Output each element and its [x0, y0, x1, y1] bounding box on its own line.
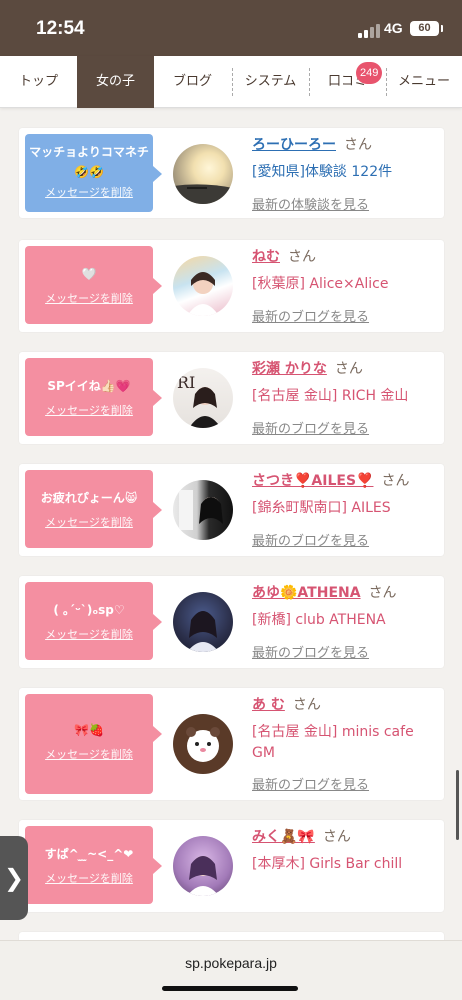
- avatar[interactable]: [173, 256, 233, 316]
- sender-name[interactable]: 彩瀬 かりな: [252, 361, 327, 377]
- shop-info: [錦糸町駅南口] AILES: [252, 500, 391, 516]
- status-time: 12:54: [36, 18, 85, 39]
- honorific: さん: [292, 697, 321, 713]
- message-card: 🎀🍓 メッセージを削除 あ むさん [名古屋 金山] minis cafe GM…: [19, 688, 444, 800]
- message-bubble: 🤍 メッセージを削除: [25, 246, 162, 324]
- latest-blog-link[interactable]: 最新のブログを見る: [252, 642, 369, 661]
- sender-name[interactable]: さつき❣️AILES❣️: [252, 473, 373, 489]
- message-text: マッチョよりコマネチ🤣🤣: [29, 145, 149, 179]
- delete-message-link[interactable]: メッセージを削除: [25, 402, 153, 418]
- tab-system[interactable]: システム: [232, 56, 309, 108]
- message-text: お疲れぴょーん😸: [40, 491, 138, 505]
- delete-message-link[interactable]: メッセージを削除: [25, 746, 153, 762]
- name-line: ろーひーろー さん: [252, 134, 372, 154]
- scrollbar[interactable]: [456, 770, 459, 840]
- message-card: SPイイね👍🏻💗 メッセージを削除 RI 彩瀬 かりな さん [名古屋 金山] R…: [19, 352, 444, 444]
- delete-message-link[interactable]: メッセージを削除: [25, 290, 153, 306]
- honorific: さん: [381, 473, 410, 489]
- latest-blog-link[interactable]: 最新のブログを見る: [252, 418, 369, 437]
- status-bar: 12:54 4G 60: [0, 0, 462, 56]
- signal-icon: [358, 24, 380, 38]
- shop-info: [愛知県]体験談 122件: [252, 164, 393, 180]
- avatar[interactable]: [173, 714, 233, 774]
- shop-info: [秋葉原] Alice×Alice: [252, 276, 389, 292]
- sender-name[interactable]: ろーひーろー: [252, 137, 336, 153]
- avatar[interactable]: [173, 144, 233, 204]
- side-drawer-handle[interactable]: ❯: [0, 836, 28, 920]
- honorific: さん: [334, 361, 363, 377]
- sender-name[interactable]: ねむ: [252, 249, 280, 265]
- avatar[interactable]: [173, 592, 233, 652]
- tab-menu[interactable]: メニュー: [386, 56, 462, 108]
- name-line: ねむ さん: [252, 246, 316, 266]
- message-bubble: すぱ^ ̫ ̫~<_^❤ メッセージを削除: [25, 826, 162, 904]
- message-card: すぱ^ ̫ ̫~<_^❤ メッセージを削除 みく🧸🎀 さん [本厚木] Girls…: [19, 820, 444, 912]
- latest-reviews-link[interactable]: 最新の体験談を見る: [252, 194, 369, 213]
- message-text: 🎀🍓: [74, 723, 104, 737]
- tab-girls[interactable]: 女の子: [77, 56, 154, 108]
- sender-name[interactable]: みく🧸🎀: [252, 829, 315, 845]
- honorific: さん: [344, 137, 372, 153]
- name-line: あ むさん: [252, 694, 321, 714]
- shop-info: [本厚木] Girls Bar chill: [252, 856, 403, 872]
- message-card: お疲れぴょーん😸 メッセージを削除 さつき❣️AILES❣️ さん [錦糸町駅南口…: [19, 464, 444, 556]
- home-indicator[interactable]: [162, 986, 298, 991]
- message-text: 🤍: [81, 267, 97, 281]
- url-text[interactable]: sp.pokepara.jp: [0, 955, 462, 971]
- reviews-count-badge: 249: [356, 62, 383, 84]
- avatar[interactable]: RI: [173, 368, 233, 428]
- message-text: SPイイね👍🏻💗: [47, 379, 131, 393]
- browser-url-bar[interactable]: sp.pokepara.jp: [0, 940, 462, 1000]
- name-line: さつき❣️AILES❣️ さん: [252, 470, 409, 490]
- name-line: 彩瀬 かりな さん: [252, 358, 363, 378]
- delete-message-link[interactable]: メッセージを削除: [25, 184, 153, 200]
- honorific: さん: [322, 829, 351, 845]
- honorific: さん: [368, 585, 397, 601]
- delete-message-link[interactable]: メッセージを削除: [25, 626, 153, 642]
- message-text: ( ｡ˊᵕˋ)ₒsp♡: [53, 603, 125, 617]
- avatar[interactable]: [173, 480, 233, 540]
- latest-blog-link[interactable]: 最新のブログを見る: [252, 774, 369, 793]
- delete-message-link[interactable]: メッセージを削除: [25, 870, 153, 886]
- name-line: みく🧸🎀 さん: [252, 826, 351, 846]
- sender-name[interactable]: あ む: [252, 697, 285, 713]
- shop-info: [新橋] club ATHENA: [252, 612, 386, 628]
- tab-blog[interactable]: ブログ: [154, 56, 231, 108]
- battery-icon: 60: [410, 21, 443, 36]
- message-card: ( ｡ˊᵕˋ)ₒsp♡ メッセージを削除 あゆ🌼ATHENA さん [新橋] cl…: [19, 576, 444, 668]
- message-bubble: マッチョよりコマネチ🤣🤣 メッセージを削除: [25, 134, 162, 212]
- shop-info: [名古屋 金山] RICH 金山: [252, 388, 409, 404]
- message-card: 🤍 メッセージを削除 ねむ さん [秋葉原] Alice×Alice 最新のブログ…: [19, 240, 444, 332]
- shop-info: [名古屋 金山] minis cafe GM: [252, 724, 414, 761]
- latest-blog-link[interactable]: 最新のブログを見る: [252, 530, 369, 549]
- sender-name[interactable]: あゆ🌼ATHENA: [252, 585, 361, 601]
- svg-text:RI: RI: [177, 373, 195, 392]
- main-nav: トップ 女の子 ブログ システム 口コミ メニュー: [0, 56, 462, 108]
- delete-message-link[interactable]: メッセージを削除: [25, 514, 153, 530]
- message-bubble: ( ｡ˊᵕˋ)ₒsp♡ メッセージを削除: [25, 582, 162, 660]
- network-type: 4G: [384, 20, 403, 36]
- message-bubble: 🎀🍓 メッセージを削除: [25, 694, 162, 794]
- message-text: すぱ^ ̫ ̫~<_^❤: [44, 847, 134, 861]
- name-line: あゆ🌼ATHENA さん: [252, 582, 397, 602]
- message-card: マッチョよりコマネチ🤣🤣 メッセージを削除 ろーひーろー さん [愛知県]体験談 …: [19, 128, 444, 218]
- honorific: さん: [288, 249, 316, 265]
- message-bubble: SPイイね👍🏻💗 メッセージを削除: [25, 358, 162, 436]
- message-bubble: お疲れぴょーん😸 メッセージを削除: [25, 470, 162, 548]
- latest-blog-link[interactable]: 最新のブログを見る: [252, 306, 369, 325]
- tab-top[interactable]: トップ: [0, 56, 77, 108]
- avatar[interactable]: [173, 836, 233, 896]
